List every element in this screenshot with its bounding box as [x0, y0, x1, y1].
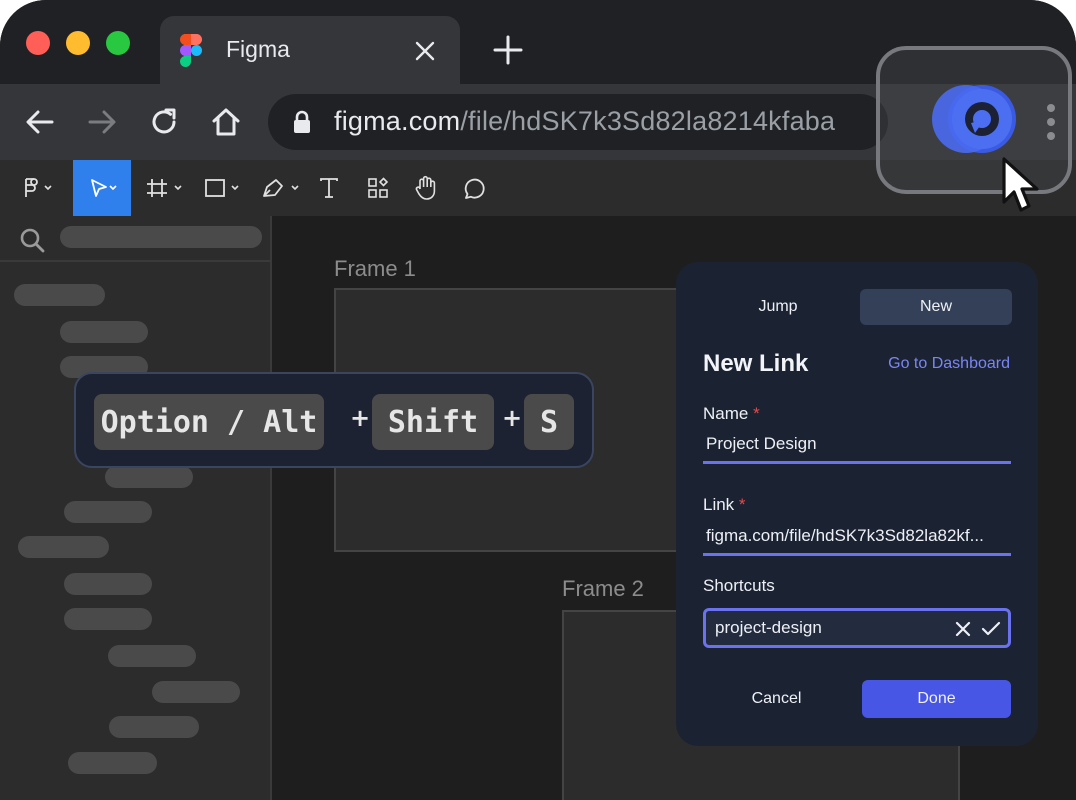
shortcuts-label: Shortcuts [703, 576, 775, 595]
frame-grid-icon [147, 179, 182, 197]
key-s: S [524, 394, 574, 450]
layer-item[interactable] [152, 681, 240, 703]
components-icon [368, 177, 389, 198]
comment-bubble-icon [464, 178, 485, 199]
link-label: Link * [703, 495, 746, 515]
main-menu-button[interactable] [14, 160, 64, 216]
rectangle-icon [205, 179, 239, 197]
layer-item[interactable] [14, 284, 105, 306]
link-field[interactable]: figma.com/file/hdSK7k3Sd82la82kf... [703, 522, 1011, 556]
url-path: /file/hdSK7k3Sd82la8214kfaba [460, 106, 836, 136]
name-value: Project Design [706, 434, 817, 453]
reload-icon[interactable] [148, 106, 180, 138]
home-icon[interactable] [210, 106, 242, 138]
new-link-popup: Jump New New Link Go to Dashboard Name *… [676, 262, 1038, 746]
text-tool-button[interactable] [314, 160, 344, 216]
hand-icon [415, 175, 436, 200]
pen-tool-button[interactable] [256, 160, 306, 216]
close-window-button[interactable] [26, 31, 50, 55]
forward-arrow-icon[interactable] [86, 106, 118, 138]
layer-item[interactable] [108, 645, 196, 667]
text-icon [320, 178, 338, 198]
url-text: figma.com/file/hdSK7k3Sd82la8214kfaba [334, 106, 835, 137]
more-vert-icon[interactable] [1046, 104, 1056, 140]
layer-item[interactable] [109, 716, 199, 738]
browser-window: Figma figma.com/file/hdSK7k3Sd82la8214kf… [0, 0, 1076, 800]
browser-tab-figma[interactable]: Figma [160, 16, 460, 84]
done-button[interactable]: Done [862, 680, 1011, 718]
extension-logo-icon[interactable] [926, 84, 1018, 154]
comment-tool-button[interactable] [460, 160, 490, 216]
move-tool-button[interactable] [73, 160, 131, 216]
maximize-window-button[interactable] [106, 31, 130, 55]
shortcut-hint: Option / Alt + Shift + S [74, 372, 594, 468]
layers-search[interactable] [0, 216, 270, 262]
pen-icon [263, 179, 299, 197]
layer-item[interactable] [68, 752, 157, 774]
frame-1-label[interactable]: Frame 1 [334, 256, 416, 282]
tab-title: Figma [226, 36, 290, 62]
key-separator: + [350, 404, 371, 432]
minimize-window-button[interactable] [66, 31, 90, 55]
frame-2-label[interactable]: Frame 2 [562, 576, 644, 602]
confirm-check-icon[interactable] [981, 621, 1001, 637]
key-shift: Shift [372, 394, 494, 450]
cancel-button[interactable]: Cancel [702, 680, 851, 718]
name-field[interactable]: Project Design [703, 430, 1011, 464]
new-tab-icon[interactable] [492, 34, 524, 66]
shortcuts-value: project-design [715, 618, 822, 637]
tab-new[interactable]: New [860, 289, 1012, 325]
back-arrow-icon[interactable] [24, 106, 56, 138]
tab-jump[interactable]: Jump [702, 289, 854, 325]
shortcuts-input[interactable]: project-design [703, 608, 1011, 648]
url-host: figma.com [334, 106, 461, 136]
go-to-dashboard-link[interactable]: Go to Dashboard [888, 355, 1010, 373]
figma-logo-icon [180, 34, 202, 67]
layers-panel [0, 216, 272, 800]
name-label-text: Name [703, 404, 749, 423]
figma-menu-icon [25, 178, 52, 197]
shape-tool-button[interactable] [198, 160, 246, 216]
frame-tool-button[interactable] [142, 160, 188, 216]
close-tab-icon[interactable] [414, 40, 436, 62]
resources-button[interactable] [362, 160, 394, 216]
mouse-pointer-icon [1002, 157, 1039, 212]
layer-item[interactable] [105, 466, 193, 488]
required-mark: * [738, 495, 746, 514]
address-bar[interactable]: figma.com/file/hdSK7k3Sd82la8214kfaba [268, 94, 888, 150]
required-mark: * [753, 404, 760, 423]
layer-item[interactable] [64, 608, 152, 630]
search-placeholder-bar [60, 226, 262, 248]
layer-item[interactable] [64, 573, 152, 595]
layer-item[interactable] [64, 501, 152, 523]
link-value: figma.com/file/hdSK7k3Sd82la82kf... [706, 526, 984, 545]
key-separator: + [502, 404, 523, 432]
key-option-alt: Option / Alt [94, 394, 324, 450]
search-icon [20, 228, 45, 253]
layer-item[interactable] [60, 321, 148, 343]
layer-item[interactable] [18, 536, 109, 558]
lock-icon [294, 110, 310, 133]
clear-icon[interactable] [955, 621, 971, 637]
name-label: Name * [703, 404, 760, 424]
cursor-arrow-icon [91, 179, 117, 197]
link-label-text: Link [703, 495, 735, 514]
popup-title: New Link [703, 350, 809, 377]
hand-tool-button[interactable] [410, 160, 442, 216]
